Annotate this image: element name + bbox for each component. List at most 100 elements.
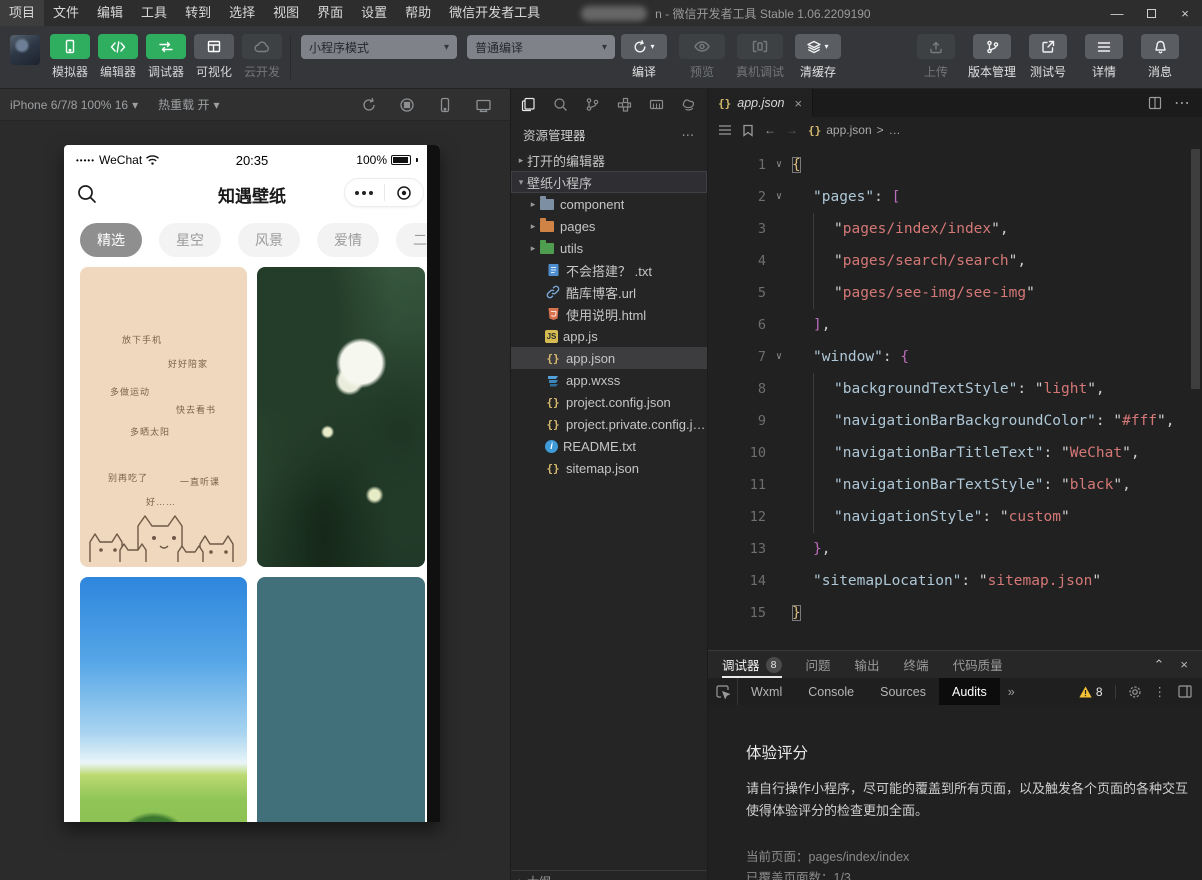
rotate-icon[interactable] [361, 97, 377, 113]
menu-item-3[interactable]: 编辑 [88, 0, 132, 26]
editor-more-icon[interactable]: ⋯ [1174, 93, 1190, 113]
menu-item-2[interactable]: 文件 [44, 0, 88, 26]
action-refresh-button[interactable]: ▾编译 [615, 34, 673, 80]
outline-section[interactable]: ▸ 大纲 [511, 870, 707, 880]
gear-icon[interactable] [1128, 685, 1142, 699]
code-line-3[interactable]: 3"pages/index/index", [708, 213, 1202, 245]
more-menu-button[interactable] [345, 191, 384, 195]
editor-tab-appjson[interactable]: {} app.json × [708, 89, 813, 117]
menu-item-1[interactable]: 项目 [0, 0, 44, 26]
user-avatar[interactable] [10, 35, 40, 65]
close-tab-icon[interactable]: × [795, 96, 803, 111]
monitor-icon[interactable] [475, 97, 492, 113]
action-git-branch-button[interactable]: 版本管理 [964, 34, 1020, 80]
kebab-menu-icon[interactable]: ⋮ [1154, 684, 1167, 699]
plugin-icon[interactable] [681, 97, 696, 112]
hot-reload-toggle[interactable]: 热重载 开 ▾ [148, 89, 229, 121]
devtools-tab-Audits[interactable]: Audits [939, 678, 1000, 705]
tree-item-appjson[interactable]: {}app.json [511, 347, 707, 369]
fold-chevron-icon[interactable]: ∨ [766, 149, 792, 181]
dock-side-icon[interactable] [1178, 685, 1192, 698]
phone-frame-icon[interactable] [437, 97, 453, 113]
tree-item-appwxss[interactable]: app.wxss [511, 369, 707, 391]
maximize-button[interactable] [1134, 0, 1168, 26]
menu-item-9[interactable]: 设置 [352, 0, 396, 26]
tree-item-component[interactable]: ▸component [511, 193, 707, 215]
breadcrumb[interactable]: {} app.json > … [808, 123, 901, 137]
debugger-tab-终端[interactable]: 终端 [904, 651, 929, 678]
debugger-tab-问题[interactable]: 问题 [806, 651, 831, 678]
code-line-8[interactable]: 8"backgroundTextStyle": "light", [708, 373, 1202, 405]
npm-icon[interactable] [649, 97, 664, 112]
menu-item-4[interactable]: 工具 [132, 0, 176, 26]
tool-layout-button[interactable]: 可视化 [190, 34, 238, 80]
devtools-tab-Wxml[interactable]: Wxml [738, 678, 795, 705]
close-panel-icon[interactable]: × [1180, 657, 1188, 673]
code-area[interactable]: 1∨{2∨"pages": [3"pages/index/index",4"pa… [708, 145, 1202, 650]
menu-item-5[interactable]: 转到 [176, 0, 220, 26]
search-icon[interactable] [76, 183, 98, 205]
code-line-11[interactable]: 11"navigationBarTextStyle": "black", [708, 469, 1202, 501]
action-external-link-button[interactable]: 测试号 [1020, 34, 1076, 80]
category-tab-精选[interactable]: 精选 [80, 223, 142, 257]
record-icon[interactable] [399, 97, 415, 113]
tree-item-0[interactable]: ▸打开的编辑器 [511, 149, 707, 171]
bookmark-icon[interactable] [742, 124, 754, 137]
tree-item-sitemapjson[interactable]: {}sitemap.json [511, 457, 707, 479]
code-line-6[interactable]: 6], [708, 309, 1202, 341]
tree-item-html[interactable]: 使用说明.html [511, 303, 707, 325]
code-line-10[interactable]: 10"navigationBarTitleText": "WeChat", [708, 437, 1202, 469]
devtools-tab-Console[interactable]: Console [795, 678, 867, 705]
close-button[interactable]: × [1168, 0, 1202, 26]
collapse-panel-icon[interactable]: ⌃ [1154, 657, 1165, 673]
tool-code-button[interactable]: 编辑器 [94, 34, 142, 80]
tree-item-READMEtxt[interactable]: iREADME.txt [511, 435, 707, 457]
category-tab-爱情[interactable]: 爱情 [317, 223, 379, 257]
code-line-14[interactable]: 14"sitemapLocation": "sitemap.json" [708, 565, 1202, 597]
wallpaper-thumbnail-3[interactable] [80, 577, 247, 822]
tree-item-txt[interactable]: 不会搭建？ .txt [511, 259, 707, 281]
minimize-button[interactable]: — [1100, 0, 1134, 26]
split-editor-icon[interactable] [1148, 96, 1162, 110]
nav-back-icon[interactable]: ← [764, 123, 776, 137]
files-icon[interactable] [521, 97, 536, 112]
code-line-12[interactable]: 12"navigationStyle": "custom" [708, 501, 1202, 533]
debugger-tab-代码质量[interactable]: 代码质量 [953, 651, 1003, 678]
tree-item-projectprivateconfigjs[interactable]: {}project.private.config.js... [511, 413, 707, 435]
tree-item-1[interactable]: ▾壁纸小程序 [511, 171, 707, 193]
code-line-15[interactable]: 15} [708, 597, 1202, 629]
wallpaper-thumbnail-1[interactable]: 放下手机好好陪家多做运动快去看书多晒太阳别再吃了一直听课好…… [80, 267, 247, 567]
menu-item-7[interactable]: 视图 [264, 0, 308, 26]
action-details-list-button[interactable]: 详情 [1076, 34, 1132, 80]
code-line-1[interactable]: 1∨{ [708, 149, 1202, 181]
nav-forward-icon[interactable]: → [786, 123, 798, 137]
menu-item-10[interactable]: 帮助 [396, 0, 440, 26]
menu-item-6[interactable]: 选择 [220, 0, 264, 26]
inspect-element-icon[interactable] [708, 678, 738, 705]
exit-miniapp-button[interactable] [385, 185, 424, 201]
code-line-4[interactable]: 4"pages/search/search", [708, 245, 1202, 277]
code-line-9[interactable]: 9"navigationBarBackgroundColor": "#fff", [708, 405, 1202, 437]
category-tab-星空[interactable]: 星空 [159, 223, 221, 257]
tool-debug-arrows-button[interactable]: 调试器 [142, 34, 190, 80]
tree-item-utils[interactable]: ▸utils [511, 237, 707, 259]
wallpaper-thumbnail-4[interactable] [257, 577, 425, 822]
action-bell-button[interactable]: 消息 [1132, 34, 1188, 80]
git-branch-icon[interactable] [585, 97, 600, 112]
action-layers-button[interactable]: ▾清缓存 [789, 34, 847, 80]
fold-chevron-icon[interactable]: ∨ [766, 181, 792, 213]
tree-item-appjs[interactable]: JSapp.js [511, 325, 707, 347]
menu-item-11[interactable]: 微信开发者工具 [440, 0, 549, 26]
search-icon[interactable] [553, 97, 568, 112]
list-icon[interactable] [718, 124, 732, 136]
code-line-5[interactable]: 5"pages/see-img/see-img" [708, 277, 1202, 309]
tool-cloud-button[interactable]: 云开发 [238, 34, 286, 80]
compile-mode-dropdown[interactable]: 普通编译 ▾ [467, 35, 615, 59]
code-line-13[interactable]: 13}, [708, 533, 1202, 565]
tree-item-url[interactable]: 酷库博客.url [511, 281, 707, 303]
debugger-tab-调试器[interactable]: 调试器8 [722, 651, 782, 678]
extensions-icon[interactable] [617, 97, 632, 112]
tree-item-pages[interactable]: ▸pages [511, 215, 707, 237]
editor-scrollbar[interactable] [1191, 149, 1200, 389]
menu-item-8[interactable]: 界面 [308, 0, 352, 26]
